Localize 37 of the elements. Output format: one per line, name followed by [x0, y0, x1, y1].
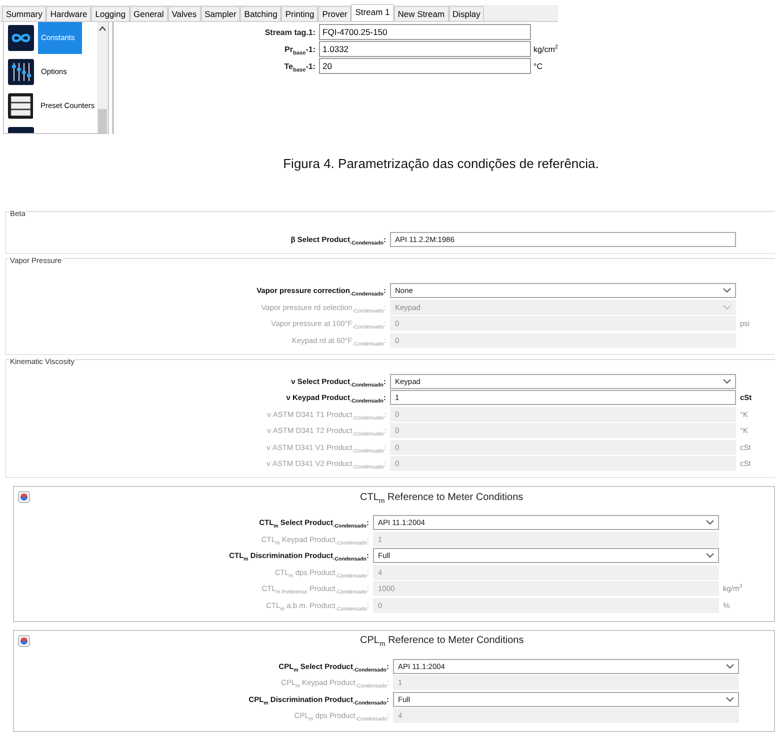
tab[interactable]: Logging [91, 6, 130, 21]
tab[interactable]: Hardware [46, 6, 92, 21]
scrollbar-thumb[interactable] [98, 109, 107, 133]
tab[interactable]: Valves [168, 6, 201, 21]
input-field[interactable]: 20 [318, 58, 531, 74]
chevron-icon [726, 696, 734, 702]
tab[interactable]: Printing [281, 6, 318, 21]
chevron-icon [726, 664, 734, 668]
field-label: Stream tag.1: [264, 28, 316, 36]
chevron-icon [723, 378, 731, 384]
field-label: Te$_{base}$-1: [283, 62, 316, 70]
chevron-icon [706, 553, 714, 558]
tab[interactable]: Sampler [200, 6, 240, 21]
panel-title: CPL$_{m}$ Reference to Meter Conditions [360, 635, 524, 646]
infinity-icon [8, 25, 34, 51]
input-field[interactable]: 1.0332 [318, 41, 531, 57]
panel-title: CTL$_{m}$ Reference to Meter Conditions [360, 492, 524, 502]
tab[interactable]: Batching [240, 6, 282, 21]
tab[interactable]: Summary [2, 6, 46, 21]
ball-icon[interactable] [18, 634, 30, 646]
field-label: Pr$_{base}$-1: [284, 44, 316, 54]
sliders-icon [8, 59, 34, 85]
tab[interactable]: Stream 1 [351, 4, 394, 21]
figure-caption: Figura 4. Parametrização das condições de referência. [283, 156, 599, 171]
tab[interactable]: New Stream [394, 6, 449, 21]
tab[interactable]: Display [448, 6, 484, 21]
counters-icon [8, 93, 34, 119]
unit-label: °C [534, 62, 544, 70]
unit-label: kg/cm$^{2}$ [534, 44, 558, 54]
scroll-up-icon[interactable] [98, 26, 106, 31]
chevron-icon [723, 304, 731, 310]
tab[interactable]: General [130, 6, 168, 21]
ball-icon[interactable] [18, 491, 30, 503]
input-field[interactable]: FQI-4700.25-150 [318, 24, 531, 40]
tab[interactable]: Prover [318, 6, 352, 21]
chevron-icon [706, 520, 714, 525]
chevron-icon [723, 288, 731, 293]
